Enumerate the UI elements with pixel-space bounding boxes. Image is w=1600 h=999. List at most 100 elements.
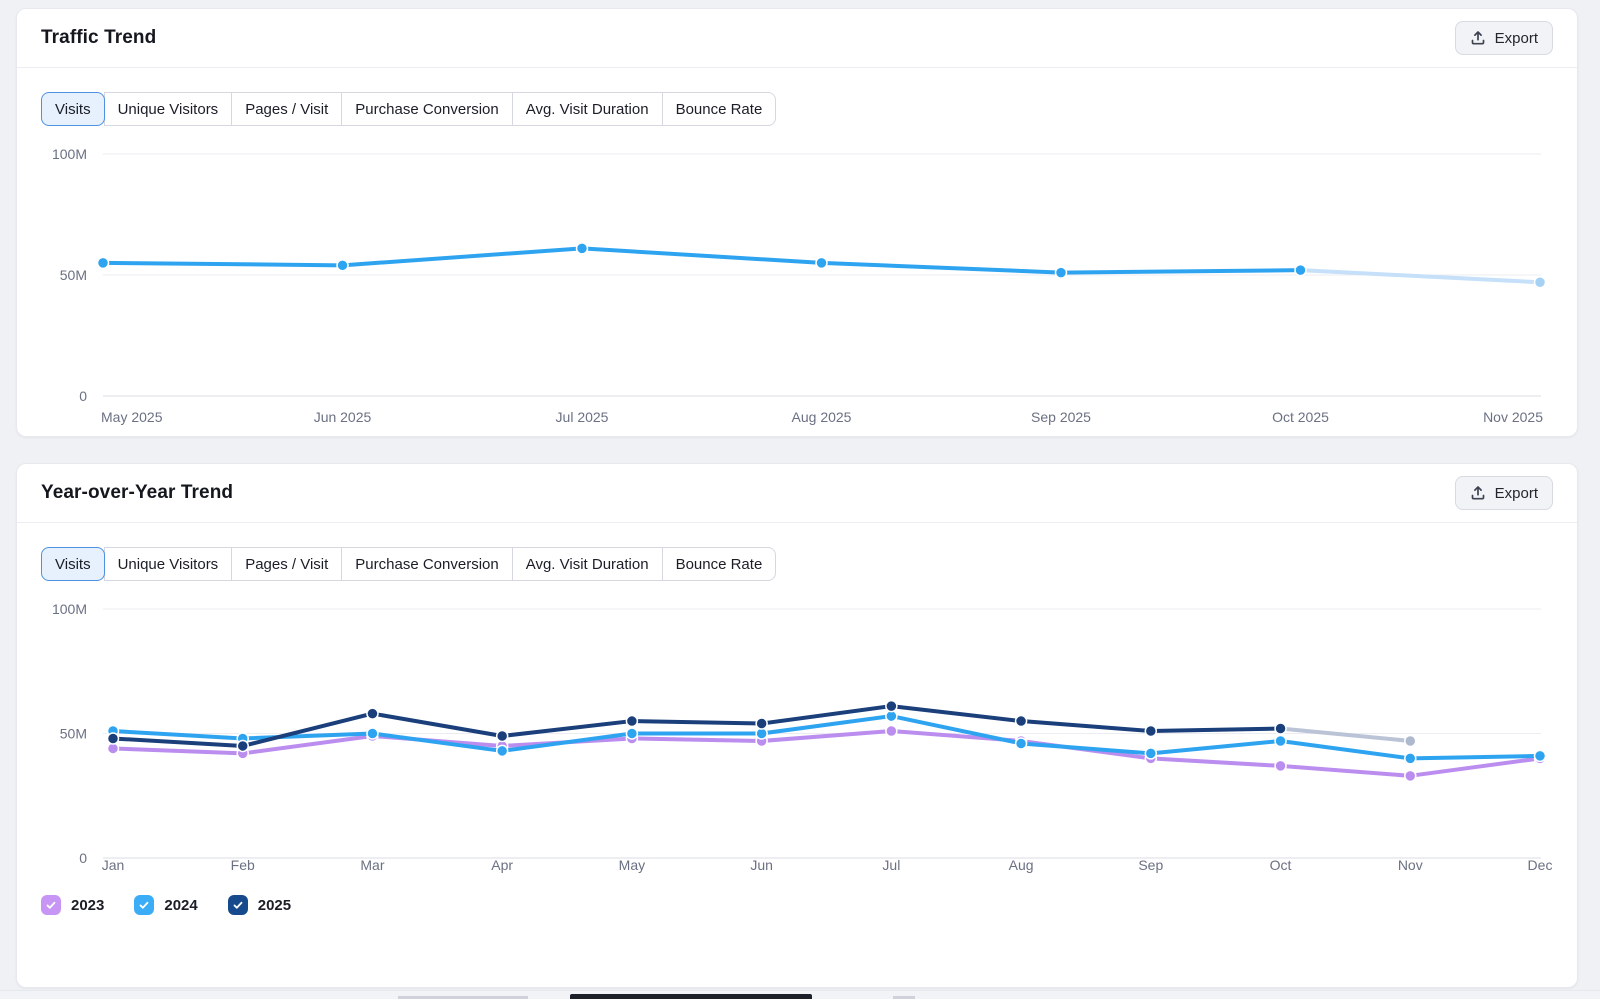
data-point-2024-may[interactable] <box>626 728 637 739</box>
data-point-visits-aug-2025[interactable] <box>816 257 827 268</box>
export-label: Export <box>1495 485 1538 502</box>
year-legend: 2023 2024 2025 <box>41 895 291 915</box>
metric-tabs: VisitsUnique VisitorsPages / VisitPurcha… <box>41 547 776 581</box>
legend-item-2023[interactable]: 2023 <box>41 895 104 915</box>
data-point-2024-sep[interactable] <box>1145 748 1156 759</box>
data-point-2023-nov[interactable] <box>1405 770 1416 781</box>
data-point-visits-oct-2025[interactable] <box>1295 265 1306 276</box>
checkmark-icon <box>231 898 245 912</box>
tab-bounce-rate[interactable]: Bounce Rate <box>662 92 777 126</box>
x-axis-label: Sep <box>1138 857 1163 873</box>
peek-fragment <box>570 994 812 999</box>
card-header: Year-over-Year Trend Export <box>17 464 1577 523</box>
legend-label: 2023 <box>71 897 104 914</box>
export-button[interactable]: Export <box>1455 476 1553 510</box>
series-line-2025 <box>113 706 1281 746</box>
legend-item-2024[interactable]: 2024 <box>134 895 197 915</box>
x-axis-label: Jan <box>102 857 125 873</box>
data-point-visits-sep-2025[interactable] <box>1056 267 1067 278</box>
tab-visits[interactable]: Visits <box>41 547 105 581</box>
data-point-2024-oct[interactable] <box>1275 735 1286 746</box>
y-axis-label: 50M <box>60 267 87 283</box>
data-point-2024-mar[interactable] <box>367 728 378 739</box>
x-axis-label: May 2025 <box>101 409 163 425</box>
series-line-visits <box>103 248 1301 272</box>
tab-visits[interactable]: Visits <box>41 92 105 126</box>
data-point-visits-jul-2025[interactable] <box>577 243 588 254</box>
tab-pages-visit[interactable]: Pages / Visit <box>231 547 342 581</box>
series-line-partial-2025 <box>1281 729 1411 741</box>
data-point-2025-sep[interactable] <box>1145 726 1156 737</box>
data-point-2025-mar[interactable] <box>367 708 378 719</box>
y-axis-label: 100M <box>52 146 87 162</box>
tab-unique-visitors[interactable]: Unique Visitors <box>104 92 233 126</box>
legend-checkbox-2024[interactable] <box>134 895 154 915</box>
data-point-2025-feb[interactable] <box>237 740 248 751</box>
data-point-visits-jun-2025[interactable] <box>337 260 348 271</box>
checkmark-icon <box>137 898 151 912</box>
data-point-2024-aug[interactable] <box>1016 738 1027 749</box>
tab-avg-visit-duration[interactable]: Avg. Visit Duration <box>512 92 663 126</box>
data-point-2023-jul[interactable] <box>886 726 897 737</box>
page-title: Traffic Trend <box>41 27 156 49</box>
series-line-2023 <box>113 731 1540 776</box>
data-point-2025-jul[interactable] <box>886 701 897 712</box>
tab-unique-visitors[interactable]: Unique Visitors <box>104 547 233 581</box>
y-axis-label: 0 <box>79 850 87 866</box>
data-point-2024-nov[interactable] <box>1405 753 1416 764</box>
checkmark-icon <box>44 898 58 912</box>
data-point-2025-oct[interactable] <box>1275 723 1286 734</box>
data-point-2023-oct[interactable] <box>1275 760 1286 771</box>
export-label: Export <box>1495 30 1538 47</box>
tab-pages-visit[interactable]: Pages / Visit <box>231 92 342 126</box>
data-point-2024-dec[interactable] <box>1535 750 1546 761</box>
y-axis-label: 100M <box>52 601 87 617</box>
x-axis-label: Jun <box>750 857 773 873</box>
tab-bounce-rate[interactable]: Bounce Rate <box>662 547 777 581</box>
legend-label: 2024 <box>164 897 197 914</box>
data-point-2024-apr[interactable] <box>497 745 508 756</box>
y-axis-label: 50M <box>60 726 87 742</box>
series-line-partial-visits <box>1301 270 1541 282</box>
x-axis-label: Oct 2025 <box>1272 409 1329 425</box>
tab-purchase-conversion[interactable]: Purchase Conversion <box>341 92 512 126</box>
series-line-2024 <box>113 716 1540 758</box>
x-axis-label: Aug 2025 <box>792 409 852 425</box>
traffic-trend-chart: 0 50M 100M May 2025 Jun 2025 Jul 2025 Aug 2025… <box>17 9 1579 438</box>
x-axis-label: Jul <box>882 857 900 873</box>
legend-label: 2025 <box>258 897 291 914</box>
x-axis-label: Jul 2025 <box>556 409 609 425</box>
legend-checkbox-2023[interactable] <box>41 895 61 915</box>
x-axis-label: Aug <box>1009 857 1034 873</box>
yoy-trend-card: Year-over-Year Trend Export VisitsUnique… <box>16 463 1578 988</box>
data-point-2025-apr[interactable] <box>497 730 508 741</box>
x-axis-label: Sep 2025 <box>1031 409 1091 425</box>
data-point-2025-jan[interactable] <box>108 733 119 744</box>
y-axis-label: 0 <box>79 388 87 404</box>
page-title: Year-over-Year Trend <box>41 482 233 504</box>
x-axis-label: Feb <box>231 857 255 873</box>
data-point-visits-nov-2025[interactable] <box>1535 277 1546 288</box>
x-axis-label: Nov 2025 <box>1483 409 1543 425</box>
x-axis-label: Dec <box>1528 857 1553 873</box>
legend-checkbox-2025[interactable] <box>228 895 248 915</box>
data-point-visits-may-2025[interactable] <box>98 257 109 268</box>
legend-item-2025[interactable]: 2025 <box>228 895 291 915</box>
data-point-2025-may[interactable] <box>626 716 637 727</box>
export-button[interactable]: Export <box>1455 21 1553 55</box>
tab-avg-visit-duration[interactable]: Avg. Visit Duration <box>512 547 663 581</box>
tab-purchase-conversion[interactable]: Purchase Conversion <box>341 547 512 581</box>
metric-tabs: VisitsUnique VisitorsPages / VisitPurcha… <box>41 92 776 126</box>
upload-icon <box>1470 485 1486 501</box>
data-point-2025-aug[interactable] <box>1016 716 1027 727</box>
card-header: Traffic Trend Export <box>17 9 1577 68</box>
x-axis-label: Oct <box>1270 857 1292 873</box>
x-axis-label: Jun 2025 <box>314 409 372 425</box>
upload-icon <box>1470 30 1486 46</box>
x-axis-label: May <box>619 857 645 873</box>
x-axis-label: Mar <box>360 857 384 873</box>
data-point-2025-jun[interactable] <box>756 718 767 729</box>
x-axis-label: Apr <box>491 857 513 873</box>
data-point-2025-nov[interactable] <box>1405 735 1416 746</box>
x-axis-label: Nov <box>1398 857 1423 873</box>
